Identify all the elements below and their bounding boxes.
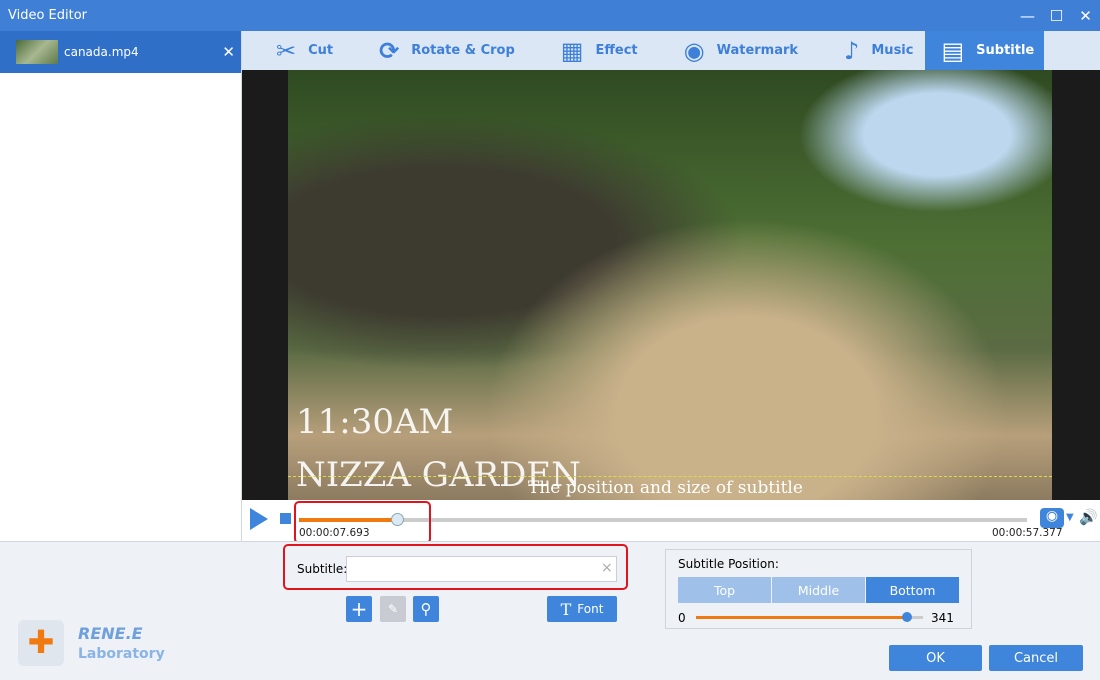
cancel-button[interactable]: Cancel <box>989 645 1083 671</box>
tab-watermark[interactable]: ◉ Watermark <box>650 31 810 70</box>
play-button[interactable] <box>250 508 268 530</box>
tab-label: Effect <box>595 43 638 58</box>
crop-icon: ⟳ <box>379 36 400 65</box>
logo-sub: Laboratory <box>78 646 165 662</box>
font-icon: T <box>560 599 572 619</box>
file-name: canada.mp4 <box>64 45 139 59</box>
font-button[interactable]: T Font <box>547 596 617 622</box>
font-label: Font <box>577 602 604 616</box>
highlight-timeline <box>294 501 431 544</box>
add-button[interactable]: + <box>346 596 372 622</box>
tab-cut[interactable]: ✂ Cut <box>242 31 345 70</box>
total-time: 00:00:57.377 <box>992 527 1063 539</box>
volume-icon[interactable]: 🔊 <box>1079 508 1098 526</box>
position-min: 0 <box>678 611 686 625</box>
remove-file-icon[interactable]: ✕ <box>222 43 235 61</box>
search-button[interactable]: ⚲ <box>413 596 439 622</box>
subtitle-preview[interactable]: The position and size of subtitle <box>528 478 803 498</box>
video-frame: 11:30AM NIZZA GARDEN The position and si… <box>288 70 1052 500</box>
clear-icon[interactable]: × <box>601 560 613 576</box>
close-button[interactable]: ✕ <box>1071 0 1100 31</box>
position-bottom[interactable]: Bottom <box>866 577 960 603</box>
tab-label: Cut <box>308 43 334 58</box>
stop-button[interactable] <box>280 513 291 524</box>
position-middle[interactable]: Middle <box>772 577 866 603</box>
logo-icon: ✚ <box>18 620 64 666</box>
position-title: Subtitle Position: <box>678 557 779 571</box>
tab-label: Subtitle <box>976 43 1035 58</box>
subtitle-area-guide <box>288 476 1052 477</box>
title-bar: Video Editor — ☐ ✕ <box>0 0 1100 31</box>
position-value: 341 <box>931 611 954 625</box>
file-item[interactable]: canada.mp4 ✕ <box>0 31 241 73</box>
tab-music[interactable]: ♪ Music <box>810 31 925 70</box>
burned-time-text: 11:30AM <box>296 402 454 442</box>
chevron-down-icon[interactable]: ▼ <box>1066 512 1074 523</box>
file-list: canada.mp4 ✕ <box>0 31 242 541</box>
music-icon: ♪ <box>844 36 860 65</box>
minimize-button[interactable]: — <box>1013 0 1042 31</box>
position-slider[interactable] <box>696 612 923 622</box>
video-preview: 11:30AM NIZZA GARDEN The position and si… <box>242 70 1100 500</box>
tab-label: Music <box>871 43 914 58</box>
tab-bar: ✂ Cut ⟳ Rotate & Crop ▦ Effect ◉ Watermark ♪… <box>242 31 1100 70</box>
edit-pencil-icon[interactable]: ✎ <box>380 596 406 622</box>
subtitle-label: Subtitle: <box>297 562 348 576</box>
maximize-button[interactable]: ☐ <box>1042 0 1071 31</box>
camera-icon[interactable]: ◉ <box>1040 508 1064 528</box>
tab-effect[interactable]: ▦ Effect <box>527 31 650 70</box>
file-thumbnail <box>16 40 58 64</box>
subtitle-icon: ▤ <box>941 36 965 65</box>
ok-button[interactable]: OK <box>889 645 982 671</box>
position-segmented: Top Middle Bottom <box>678 577 960 603</box>
tab-subtitle[interactable]: ▤ Subtitle <box>925 31 1045 70</box>
subtitle-input[interactable] <box>346 556 617 582</box>
watermark-icon: ◉ <box>683 36 705 65</box>
scissors-icon: ✂ <box>276 36 297 65</box>
tab-label: Rotate & Crop <box>411 43 515 58</box>
position-top[interactable]: Top <box>678 577 772 603</box>
position-fill <box>696 616 908 619</box>
window-title: Video Editor <box>8 8 88 23</box>
effect-icon: ▦ <box>560 36 584 65</box>
logo-brand: RENE.E <box>78 624 143 643</box>
tab-label: Watermark <box>716 43 799 58</box>
tab-rotate-crop[interactable]: ⟳ Rotate & Crop <box>345 31 527 70</box>
